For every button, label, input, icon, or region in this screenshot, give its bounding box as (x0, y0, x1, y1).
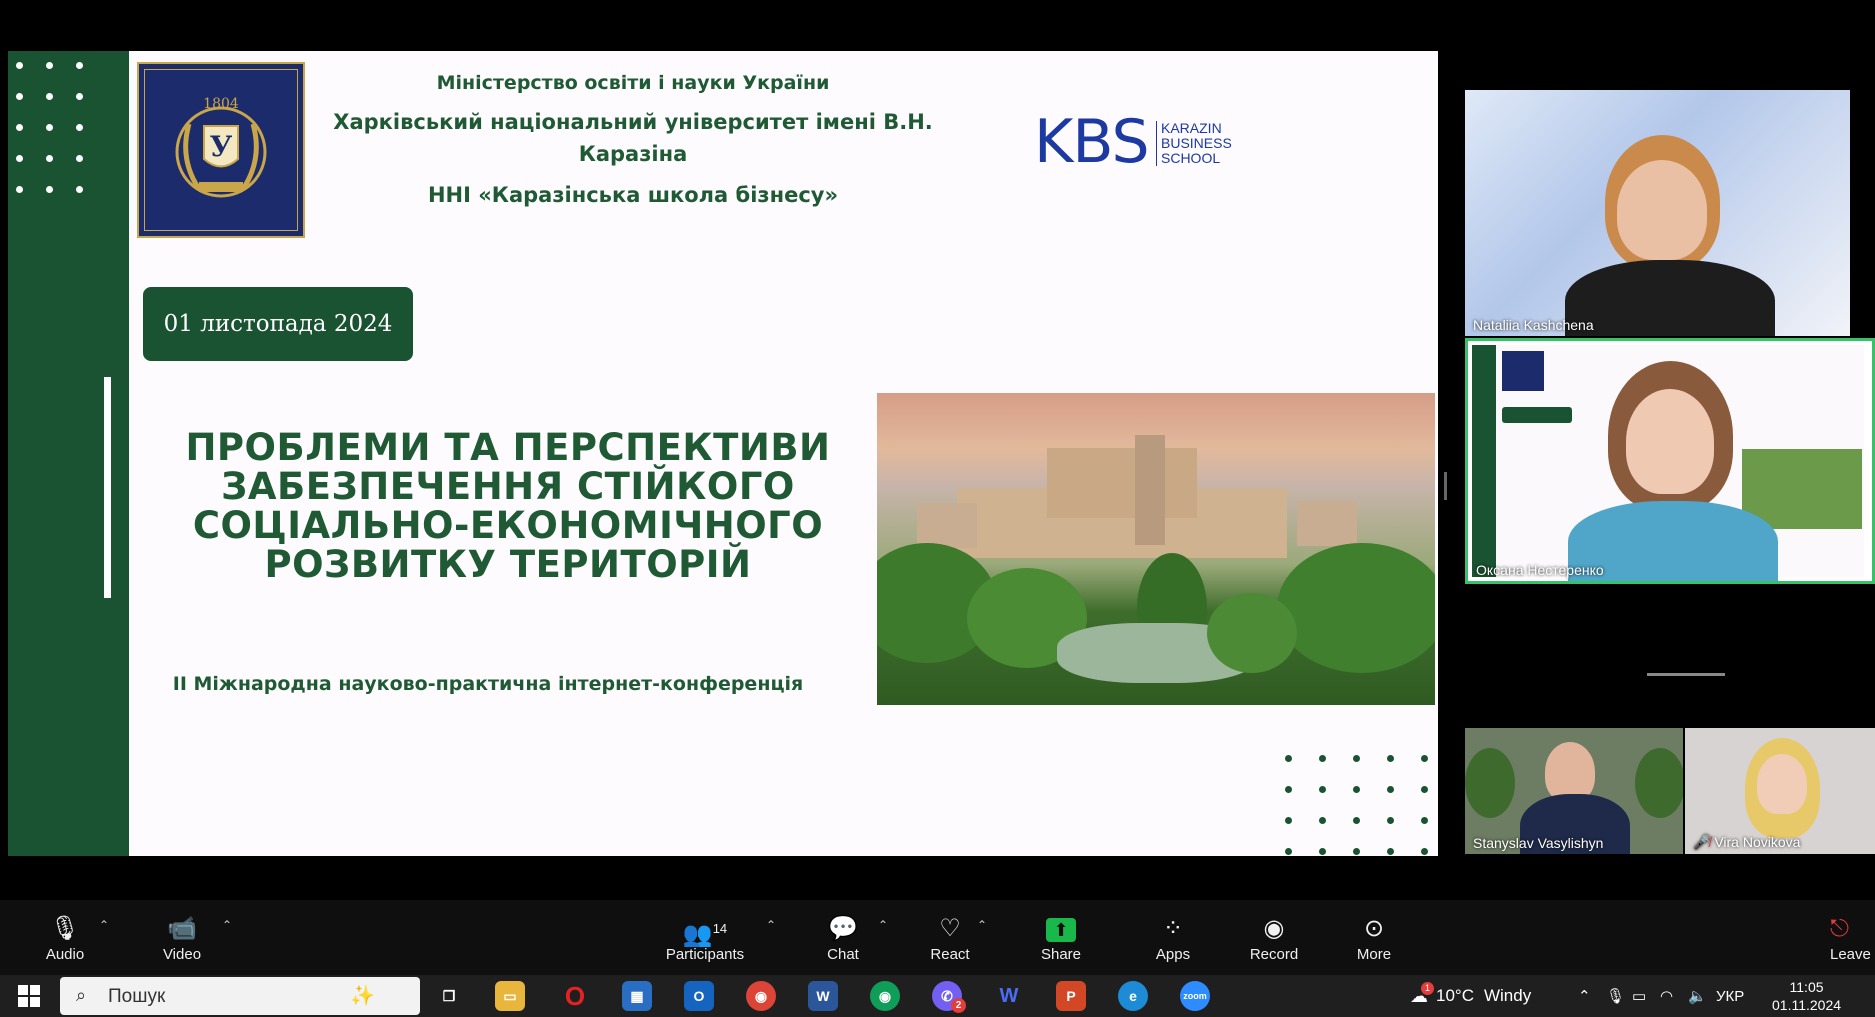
record-button[interactable]: ◉ Record (1246, 914, 1302, 963)
taskbar-search-box[interactable]: ⌕ Пошук ✨ (60, 977, 420, 1015)
leave-icon: ⎋ (1830, 915, 1849, 942)
conference-title: ПРОБЛЕМИ ТА ПЕРСПЕКТИВИ ЗАБЕЗПЕЧЕННЯ СТІ… (185, 426, 831, 586)
share-screen-icon: ⬆ (1046, 918, 1076, 942)
more-button[interactable]: ⊙ More (1349, 914, 1399, 963)
copilot-sparkle-icon: ✨ (350, 985, 375, 1007)
university-emblem: У 1804 (137, 62, 305, 238)
conference-subtitle: ІІ Міжнародна науково-практична інтернет… (172, 673, 804, 695)
audio-button[interactable]: 🎙 Audio (40, 914, 90, 963)
viber-icon[interactable]: ✆ 2 (932, 981, 966, 1013)
meeting-toolbar: 🎙 Audio ⌃ 📹 Video ⌃ 👥14 Participants ⌃ 💬… (0, 900, 1875, 975)
outlook-icon[interactable]: O (684, 981, 714, 1011)
apps-icon: ⁘ (1162, 915, 1184, 942)
heart-icon: ♡ (939, 915, 961, 942)
slide-dot-pattern-top (16, 62, 83, 193)
store-icon[interactable]: ▦ (622, 981, 652, 1011)
file-explorer-icon[interactable]: ▭ (495, 981, 525, 1011)
chrome-profile-icon[interactable]: ◉ (870, 981, 900, 1011)
notification-badge: 1 (1421, 981, 1434, 995)
share-button[interactable]: ⬆ Share (1036, 914, 1086, 963)
word-icon[interactable]: W (808, 981, 838, 1011)
clock[interactable]: 11:05 01.11.2024 (1772, 975, 1841, 1017)
powerpoint-icon[interactable]: P (1056, 981, 1086, 1011)
chat-icon: 💬 (828, 915, 858, 942)
weather-icon: ☁ 1 (1410, 981, 1434, 1007)
opera-icon[interactable]: O (560, 981, 590, 1011)
slide-dot-pattern-bottom (1285, 755, 1428, 855)
apps-button[interactable]: ⁘ Apps (1148, 914, 1198, 963)
university-name: Харківський національний університет іме… (333, 110, 933, 166)
kbs-logo: KBS KARAZIN BUSINESS SCHOOL (990, 89, 1250, 199)
volume-icon[interactable]: 🔈 (1688, 975, 1707, 1017)
video-button[interactable]: 📹 Video (157, 914, 207, 963)
viber-badge: 2 (951, 998, 966, 1013)
video-tile-vira[interactable]: 🎤̸ Vira Novikova (1685, 728, 1875, 854)
ministry-name: Міністерство освіти і науки України (436, 72, 830, 94)
school-name: ННІ «Каразінська школа бізнесу» (427, 183, 839, 207)
weather-widget[interactable]: ☁ 1 10°C Windy (1410, 975, 1531, 1017)
svg-text:У: У (210, 130, 233, 163)
tray-microphone-icon[interactable]: 🎙 (1606, 975, 1625, 1017)
edge-icon[interactable]: e (1118, 981, 1148, 1011)
video-tile-nataliia[interactable]: Nataliia Kashchena (1465, 90, 1850, 336)
participant-name: Stanyslav Vasylishyn (1473, 835, 1604, 851)
participants-icon: 👥14 (682, 921, 728, 948)
mic-muted-icon: 🎤̸ (1693, 834, 1711, 850)
tray-battery-icon[interactable]: ▭ (1632, 975, 1646, 1017)
more-dots-icon: ⊙ (1363, 915, 1385, 942)
webex-icon[interactable]: W (994, 981, 1024, 1011)
windows-start-icon[interactable] (18, 985, 40, 1007)
participants-count: 14 (712, 921, 728, 936)
chat-button[interactable]: 💬 Chat (818, 914, 868, 963)
participant-name: 🎤̸ Vira Novikova (1693, 834, 1801, 850)
gallery-drag-handle[interactable] (1647, 673, 1725, 676)
audio-options-caret[interactable]: ⌃ (99, 918, 109, 932)
participant-video (1545, 742, 1595, 802)
microphone-icon: 🎙 (49, 915, 81, 942)
react-button[interactable]: ♡ React (925, 914, 975, 963)
chrome-icon[interactable]: ◉ (746, 981, 776, 1011)
wifi-icon[interactable]: ◠ (1660, 975, 1673, 1017)
chat-options-caret[interactable]: ⌃ (878, 918, 888, 932)
task-view-icon[interactable]: ❐ (434, 981, 464, 1011)
emblem-year: 1804 (203, 96, 239, 112)
video-options-caret[interactable]: ⌃ (222, 918, 232, 932)
participants-button[interactable]: 👥14 Participants (662, 914, 748, 963)
conference-date: 01 листопада 2024 (143, 287, 413, 361)
slide-vertical-bar (104, 377, 111, 598)
zoom-app-icon[interactable]: zoom (1180, 981, 1210, 1011)
tray-chevron-icon[interactable]: ⌃ (1578, 975, 1591, 1017)
search-icon: ⌕ (76, 985, 87, 1005)
react-options-caret[interactable]: ⌃ (977, 918, 987, 932)
participant-gallery: Nataliia Kashchena Оксана Нестеренко Sta… (1465, 90, 1875, 856)
panel-resize-handle[interactable] (1444, 472, 1447, 500)
leave-button[interactable]: ⎋ Leave (1830, 914, 1875, 963)
camera-icon: 📹 (167, 915, 197, 942)
video-tile-oksana[interactable]: Оксана Нестеренко (1465, 338, 1875, 584)
participant-name: Оксана Нестеренко (1476, 562, 1604, 578)
language-indicator[interactable]: УКР (1716, 975, 1744, 1017)
video-tile-stanyslav[interactable]: Stanyslav Vasylishyn (1465, 728, 1683, 854)
participant-name: Nataliia Kashchena (1473, 317, 1594, 333)
windows-taskbar: ⌕ Пошук ✨ ❐ ▭ O ▦ O ◉ W ◉ ✆ 2 W P e zoom … (0, 975, 1875, 1017)
participants-options-caret[interactable]: ⌃ (766, 918, 776, 932)
shared-slide: У 1804 Міністерство освіти і науки Украї… (8, 51, 1438, 856)
record-icon: ◉ (1263, 915, 1285, 942)
university-building-photo (877, 393, 1435, 705)
